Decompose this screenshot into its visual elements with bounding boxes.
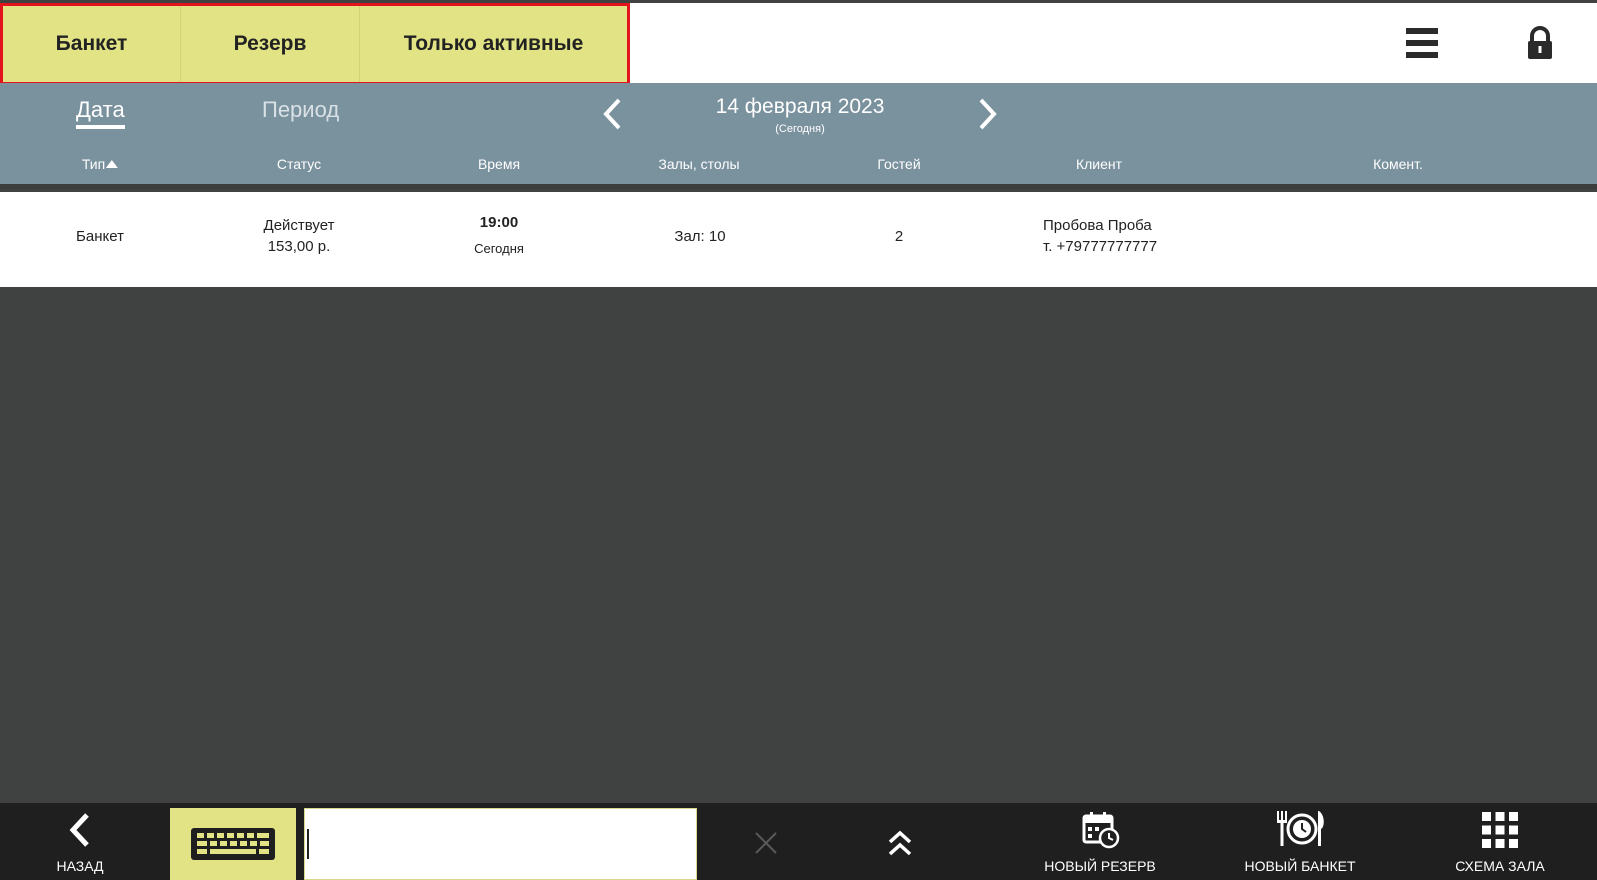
- row-status: Действует 153,00 р.: [264, 215, 335, 257]
- clear-x-icon[interactable]: [753, 830, 779, 856]
- search-input[interactable]: [304, 808, 697, 880]
- plate-cutlery-clock-icon: [1277, 811, 1324, 846]
- back-label: НАЗАД: [56, 858, 104, 874]
- current-date-note: (Сегодня): [775, 123, 825, 135]
- date-navigation-bar: Дата Период 14 февраля 2023 (Сегодня) Ти…: [0, 83, 1597, 189]
- filter-buttons-group: Банкет Резерв Только активные: [0, 3, 630, 85]
- row-client: Пробова Проба т. +79777777777: [1043, 215, 1157, 257]
- row-status-text: Действует: [263, 217, 335, 234]
- filter-banquet-button[interactable]: Банкет: [3, 6, 180, 82]
- row-time-value: 19:00: [479, 214, 519, 231]
- row-guests: 2: [894, 228, 904, 245]
- tab-date[interactable]: Дата: [76, 97, 125, 129]
- sort-ascending-icon: [106, 160, 119, 168]
- tab-period[interactable]: Период: [262, 97, 339, 123]
- new-reserve-button[interactable]: НОВЫЙ РЕЗЕРВ: [1040, 803, 1160, 880]
- new-banquet-label: НОВЫЙ БАНКЕТ: [1244, 858, 1356, 874]
- column-header-client[interactable]: Клиент: [1076, 156, 1122, 172]
- previous-date-chevron-icon[interactable]: [598, 95, 628, 133]
- row-halls: Зал: 10: [674, 228, 726, 245]
- current-date: 14 февраля 2023: [715, 95, 885, 118]
- keyboard-button[interactable]: [170, 808, 296, 880]
- hall-scheme-button[interactable]: СХЕМА ЗАЛА: [1440, 803, 1560, 880]
- row-time: 19:00 Сегодня: [474, 212, 524, 259]
- back-button[interactable]: НАЗАД: [40, 803, 120, 880]
- bottom-toolbar: НАЗАД НОВЫЙ РЕЗЕРВ НОВЫЙ БАНКЕТ СХЕМА ЗА…: [0, 803, 1597, 880]
- column-header-type-label: Тип: [81, 156, 106, 172]
- row-client-phone: т. +79777777777: [1043, 238, 1158, 255]
- next-date-chevron-icon[interactable]: [972, 95, 1002, 133]
- column-header-comment[interactable]: Комент.: [1373, 156, 1423, 172]
- column-header-type[interactable]: Тип: [81, 156, 119, 172]
- column-header-guests[interactable]: Гостей: [877, 156, 920, 172]
- column-header-halls[interactable]: Залы, столы: [658, 156, 739, 172]
- row-time-day: Сегодня: [474, 241, 524, 256]
- hamburger-menu-icon[interactable]: [1404, 25, 1440, 61]
- table-row[interactable]: Банкет Действует 153,00 р. 19:00 Сегодня…: [0, 192, 1597, 287]
- column-header-status[interactable]: Статус: [277, 156, 321, 172]
- calendar-clock-icon: [1082, 812, 1120, 849]
- row-type: Банкет: [76, 228, 124, 245]
- text-caret: [307, 829, 309, 859]
- filter-reserve-button[interactable]: Резерв: [180, 6, 359, 82]
- lock-icon[interactable]: [1522, 25, 1558, 61]
- row-amount: 153,00 р.: [267, 238, 331, 255]
- new-reserve-label: НОВЫЙ РЕЗЕРВ: [1044, 858, 1156, 874]
- double-chevron-up-icon[interactable]: [886, 828, 914, 858]
- new-banquet-button[interactable]: НОВЫЙ БАНКЕТ: [1240, 803, 1360, 880]
- back-chevron-icon: [69, 813, 89, 847]
- row-client-name: Пробова Проба: [1043, 217, 1152, 234]
- grid-icon: [1482, 812, 1518, 848]
- filter-only-active-button[interactable]: Только активные: [359, 6, 627, 82]
- hall-scheme-label: СХЕМА ЗАЛА: [1455, 858, 1545, 874]
- column-header-time[interactable]: Время: [478, 156, 520, 172]
- keyboard-icon: [191, 828, 275, 860]
